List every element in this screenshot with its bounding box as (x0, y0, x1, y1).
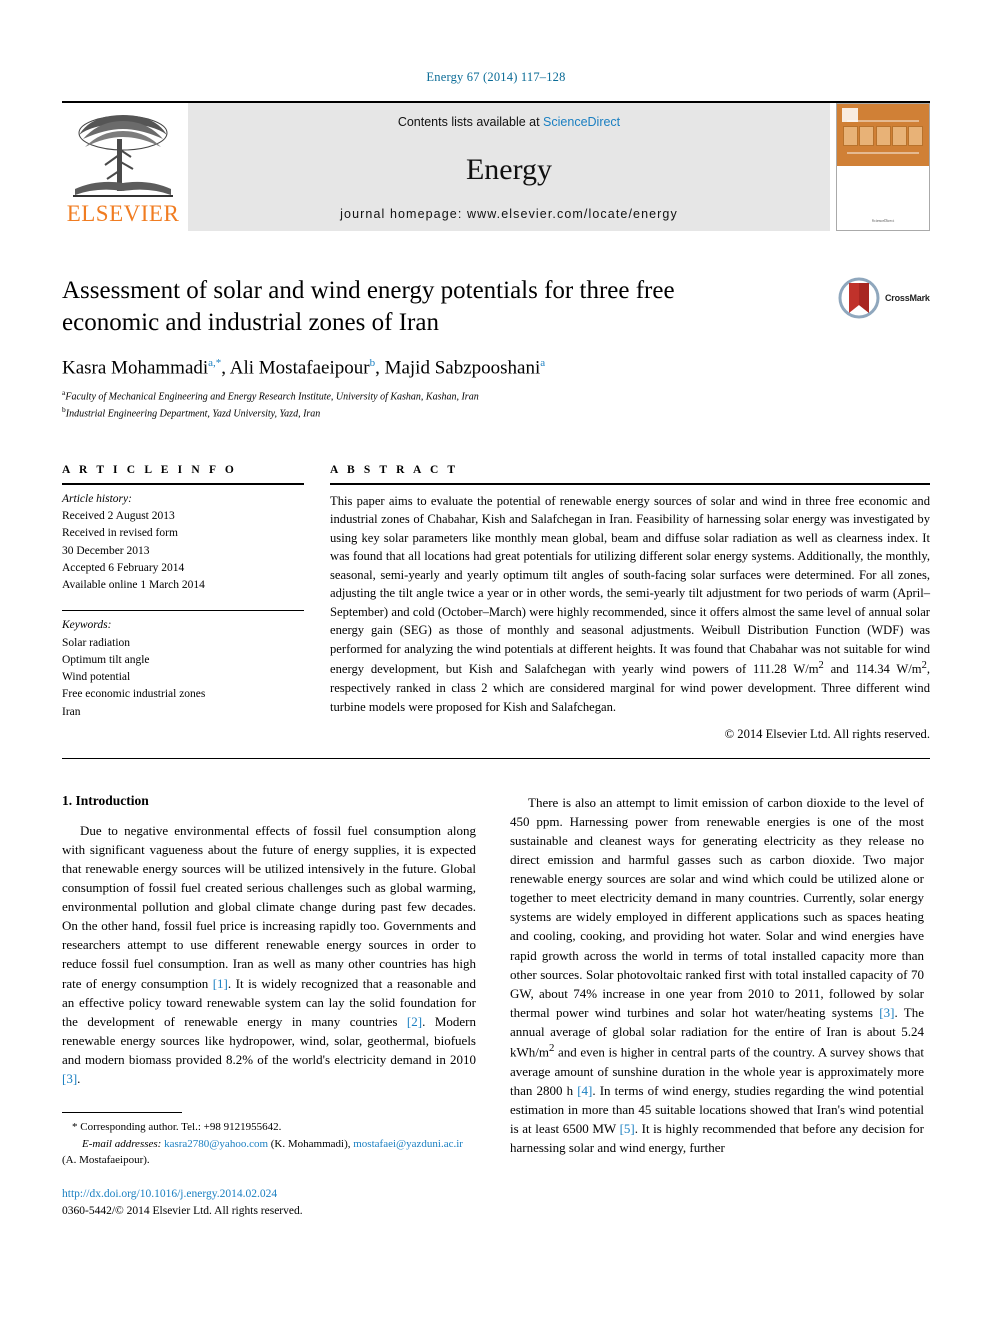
cover-rule-1 (847, 120, 919, 122)
footnote-block: * Corresponding author. Tel.: +98 912195… (62, 1106, 476, 1220)
keywords-block: Keywords: Solar radiation Optimum tilt a… (62, 611, 304, 721)
article-history-block: Article history: Received 2 August 2013 … (62, 485, 304, 595)
abstract-column: A B S T R A C T This paper aims to evalu… (330, 464, 930, 744)
issn-copyright: 0360-5442/© 2014 Elsevier Ltd. All right… (62, 1204, 303, 1217)
doi-link[interactable]: http://dx.doi.org/10.1016/j.energy.2014.… (62, 1186, 476, 1203)
journal-header: ELSEVIER Contents lists available at Sci… (62, 101, 930, 231)
elsevier-tree-icon (73, 115, 173, 197)
email-link-1[interactable]: kasra2780@yahoo.com (164, 1138, 268, 1150)
article-history-label: Article history: (62, 492, 132, 505)
author-list: Kasra Mohammadia,*, Ali Mostafaeipourb, … (62, 357, 546, 379)
journal-header-center: Contents lists available at ScienceDirec… (188, 103, 830, 231)
contents-available-line: Contents lists available at ScienceDirec… (398, 115, 620, 129)
affiliation-item: bIndustrial Engineering Department, Yazd… (62, 405, 930, 422)
author-name: Majid Sabzpooshani (384, 357, 541, 379)
author-affil-marker: a,* (208, 357, 222, 369)
article-history-item: 30 December 2013 (62, 544, 150, 557)
email-owner-1: (K. Mohammadi), (270, 1137, 351, 1150)
author-name: Kasra Mohammadi (62, 357, 209, 379)
abstract-copyright: © 2014 Elsevier Ltd. All rights reserved… (724, 727, 930, 742)
keyword-item: Solar radiation (62, 636, 131, 649)
keyword-item: Optimum tilt angle (62, 653, 150, 666)
cover-letter (891, 126, 907, 146)
article-history-item: Accepted 6 February 2014 (62, 561, 185, 574)
cover-letter (875, 126, 891, 146)
cover-publisher-mark: ScienceDirect (871, 217, 895, 223)
affiliation-list: aFaculty of Mechanical Engineering and E… (62, 388, 930, 422)
keyword-item: Iran (62, 705, 81, 718)
title-block: Assessment of solar and wind energy pote… (62, 275, 930, 422)
citation-ref[interactable]: [3] (62, 1071, 77, 1086)
affiliation-text: Faculty of Mechanical Engineering and En… (65, 391, 479, 403)
section-divider (62, 757, 930, 759)
author-affil-marker: a (540, 357, 546, 369)
body-paragraph: Due to negative environmental effects of… (62, 822, 476, 1087)
email-label: E-mail addresses: (82, 1137, 162, 1150)
abstract-heading: A B S T R A C T (330, 463, 459, 476)
cover-rule-2 (847, 152, 919, 154)
body-left-column: 1. Introduction Due to negative environm… (62, 793, 476, 1221)
article-history-item: Received 2 August 2013 (62, 510, 175, 523)
body-paragraph: There is also an attempt to limit emissi… (510, 794, 924, 1155)
citation-ref[interactable]: [1] (213, 976, 228, 991)
info-abstract-section: A R T I C L E I N F O Article history: R… (62, 464, 930, 744)
article-info-column: A R T I C L E I N F O Article history: R… (62, 464, 304, 744)
journal-title: Energy (465, 153, 553, 186)
affiliation-text: Industrial Engineering Department, Yazd … (65, 408, 321, 420)
author-affil-marker: b (369, 357, 376, 369)
elsevier-logo: ELSEVIER (62, 103, 184, 231)
citation-ref[interactable]: [4] (577, 1083, 592, 1098)
citation-ref[interactable]: [3] (879, 1005, 894, 1020)
journal-homepage[interactable]: journal homepage: www.elsevier.com/locat… (340, 207, 678, 221)
body-right-column: There is also an attempt to limit emissi… (510, 793, 924, 1221)
cover-bottom-band: ScienceDirect (837, 166, 929, 230)
cover-letter (859, 126, 875, 146)
crossmark-icon (838, 277, 880, 319)
crossmark-label: CrossMark (885, 293, 930, 303)
sciencedirect-link[interactable]: ScienceDirect (543, 115, 620, 129)
doi-block: http://dx.doi.org/10.1016/j.energy.2014.… (62, 1186, 476, 1221)
citation-ref[interactable]: [5] (620, 1121, 635, 1136)
keyword-item: Free economic industrial zones (62, 688, 206, 701)
article-history-item: Received in revised form (62, 527, 178, 540)
cover-top-band (837, 104, 929, 166)
cover-letter (843, 126, 858, 146)
email-note: E-mail addresses: kasra2780@yahoo.com (K… (62, 1136, 476, 1169)
cover-energy-letters (843, 126, 923, 146)
keyword-item: Wind potential (62, 671, 131, 684)
cover-letter (908, 126, 923, 146)
body-columns: 1. Introduction Due to negative environm… (62, 793, 930, 1221)
keywords-label: Keywords: (62, 619, 112, 632)
email-owner-2: (A. Mostafaeipour). (62, 1154, 150, 1167)
corresponding-author-note: * Corresponding author. Tel.: +98 912195… (72, 1121, 282, 1134)
paper-page: Energy 67 (2014) 117–128 ELSEVIER Conten… (0, 0, 992, 1323)
running-head: Energy 67 (2014) 117–128 (426, 70, 566, 84)
article-history-item: Available online 1 March 2014 (62, 579, 205, 592)
crossmark-badge[interactable]: CrossMark (838, 275, 930, 321)
journal-cover-thumbnail: ScienceDirect (836, 103, 930, 231)
citation-ref[interactable]: [2] (407, 1014, 422, 1029)
introduction-heading: 1. Introduction (62, 792, 149, 808)
abstract-text: This paper aims to evaluate the potentia… (330, 493, 930, 714)
contents-prefix-text: Contents lists available at (397, 115, 544, 129)
page-title: Assessment of solar and wind energy pote… (62, 277, 675, 336)
author-name: Ali Mostafaeipour (229, 357, 370, 379)
email-link-2[interactable]: mostafaei@yazduni.ac.ir (353, 1138, 463, 1150)
affiliation-item: aFaculty of Mechanical Engineering and E… (62, 388, 930, 405)
elsevier-wordmark: ELSEVIER (66, 201, 180, 226)
article-info-heading: A R T I C L E I N F O (62, 463, 237, 476)
